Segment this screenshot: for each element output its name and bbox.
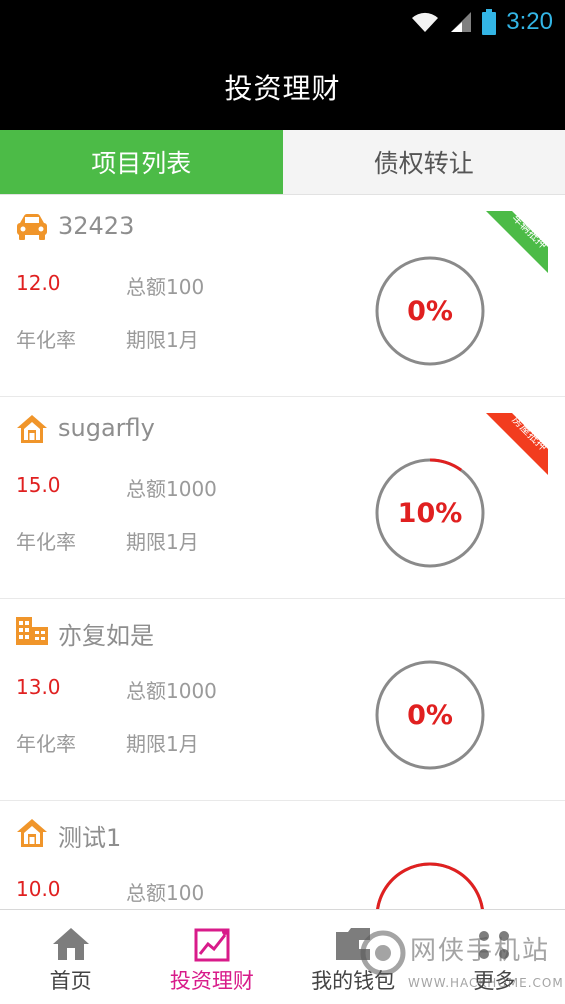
tab-label: 债权转让 — [373, 149, 474, 178]
project-card[interactable]: 测试1 10.0 总额100 — [0, 801, 565, 909]
term: 期限1月 — [126, 328, 199, 352]
nav-item-home[interactable]: 首页 — [0, 910, 141, 1004]
total-amount: 总额1000 — [126, 477, 217, 501]
term: 期限1月 — [126, 732, 199, 756]
project-card[interactable]: sugarfly 15.0 总额1000 年化率 期限1月 房屋抵押 10% — [0, 397, 565, 599]
watermark-logo-icon — [360, 930, 406, 976]
project-name: 测试1 — [58, 824, 122, 852]
nav-label: 投资理财 — [169, 969, 254, 993]
tab-bar: 项目列表 债权转让 — [0, 130, 565, 195]
project-list: 32423 12.0 总额100 年化率 期限1月 车辆抵押 0% sugarf… — [0, 195, 565, 909]
progress-ring — [376, 862, 484, 909]
total-amount: 总额100 — [126, 881, 205, 905]
interest-rate: 15.0 — [16, 473, 61, 497]
title-bar: 投资理财 — [0, 44, 565, 130]
interest-rate: 13.0 — [16, 675, 61, 699]
interest-rate: 12.0 — [16, 271, 61, 295]
status-bar: 3:20 — [0, 0, 565, 44]
battery-icon — [482, 9, 497, 35]
watermark: 网侠手机站 WWW.HACKHOME.COM — [360, 928, 565, 1000]
nav-item-invest[interactable]: 投资理财 — [141, 910, 282, 1004]
project-name: sugarfly — [58, 414, 155, 442]
page-title: 投资理财 — [224, 72, 341, 105]
status-icons: 3:20 — [410, 8, 553, 36]
tab-project-list[interactable]: 项目列表 — [0, 130, 283, 194]
car-icon — [17, 214, 47, 240]
home-icon — [52, 928, 89, 960]
building-icon — [16, 617, 48, 645]
house-icon — [17, 819, 47, 847]
project-card[interactable]: 32423 12.0 总额100 年化率 期限1月 车辆抵押 0% — [0, 195, 565, 397]
progress-percent: 0% — [407, 295, 453, 327]
chart-icon — [194, 928, 230, 962]
total-amount: 总额1000 — [126, 679, 217, 703]
total-amount: 总额100 — [126, 275, 205, 299]
signal-icon — [451, 12, 472, 32]
project-card[interactable]: 亦复如是 13.0 总额1000 年化率 期限1月 0% — [0, 599, 565, 801]
progress-percent: 0% — [407, 699, 453, 731]
watermark-url: WWW.HACKHOME.COM — [408, 976, 564, 990]
project-name: 亦复如是 — [58, 622, 154, 650]
rate-label: 年化率 — [16, 732, 76, 756]
status-time: 3:20 — [506, 8, 553, 35]
nav-label: 首页 — [49, 969, 92, 993]
collateral-badge: 房屋抵押 — [486, 413, 548, 475]
term: 期限1月 — [126, 530, 199, 554]
project-name: 32423 — [58, 212, 135, 240]
interest-rate: 10.0 — [16, 877, 61, 901]
collateral-badge: 车辆抵押 — [486, 211, 548, 273]
rate-label: 年化率 — [16, 328, 76, 352]
wifi-icon — [412, 12, 439, 32]
progress-percent: 10% — [397, 497, 463, 529]
tab-label: 项目列表 — [91, 149, 192, 178]
watermark-text: 网侠手机站 — [410, 936, 551, 966]
tab-debt-transfer[interactable]: 债权转让 — [282, 130, 565, 194]
rate-label: 年化率 — [16, 530, 76, 554]
house-icon — [17, 415, 47, 443]
